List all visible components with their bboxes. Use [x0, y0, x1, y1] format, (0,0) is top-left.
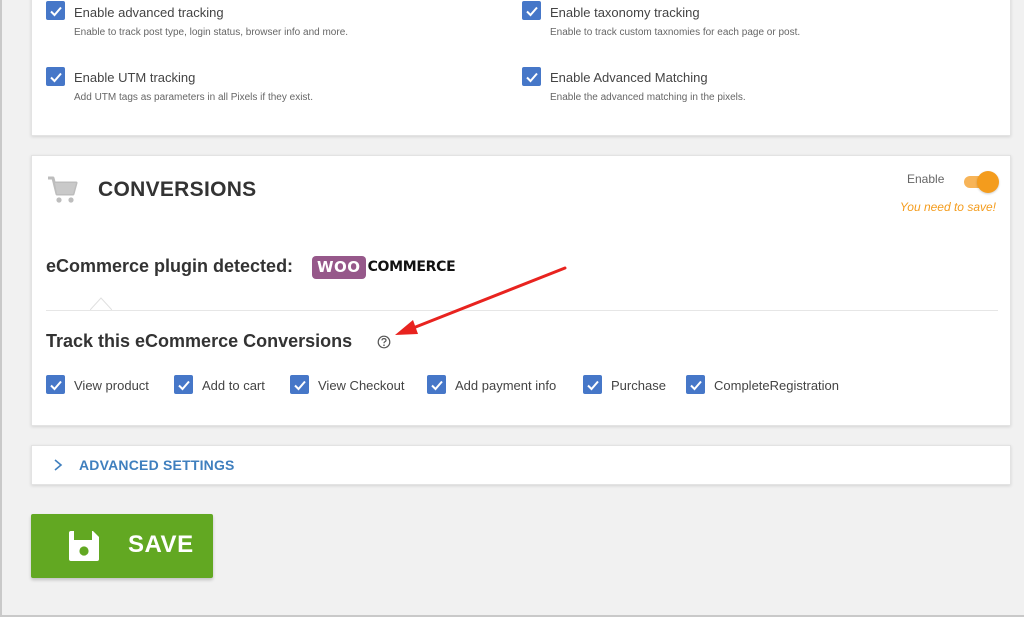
save-button[interactable]: SAVE	[31, 514, 213, 578]
event-purchase-checkbox[interactable]	[583, 375, 602, 394]
save-notice: You need to save!	[899, 200, 996, 214]
checkmark-icon	[177, 380, 190, 390]
enable-advanced-tracking-checkbox[interactable]	[46, 1, 65, 20]
conversions-enable-toggle[interactable]	[962, 171, 999, 193]
save-button-label: SAVE	[128, 531, 194, 558]
cart-icon	[48, 176, 78, 203]
checkmark-icon	[689, 380, 702, 390]
enable-advanced-matching-desc: Enable the advanced matching in the pixe…	[550, 92, 746, 103]
checkmark-icon	[586, 380, 599, 390]
woocommerce-logo: WOO COMMERCE	[312, 254, 456, 280]
section-divider	[46, 310, 998, 311]
track-conversions-title: Track this eCommerce Conversions	[46, 331, 353, 351]
enable-utm-tracking-checkbox[interactable]	[46, 67, 65, 86]
plugin-detected-label: eCommerce plugin detected:	[46, 256, 294, 276]
event-add-payment-info-checkbox[interactable]	[427, 375, 446, 394]
enable-advanced-tracking-desc: Enable to track post type, login status,…	[74, 27, 349, 38]
chevron-right-icon[interactable]	[52, 458, 64, 472]
event-add-to-cart-label: Add to cart	[202, 378, 265, 393]
enable-advanced-matching-checkbox[interactable]	[522, 67, 541, 86]
tracking-options-card: Enable advanced tracking Enable to track…	[31, 0, 1011, 136]
enable-advanced-tracking-label: Enable advanced tracking	[74, 5, 224, 20]
event-view-product-checkbox[interactable]	[46, 375, 65, 394]
event-purchase-label: Purchase	[611, 378, 666, 393]
checkmark-icon	[525, 6, 538, 16]
conversions-card: CONVERSIONS Enable You need to save! eCo…	[31, 155, 1011, 426]
enable-advanced-matching-label: Enable Advanced Matching	[550, 70, 708, 85]
event-complete-registration-label: CompleteRegistration	[714, 378, 840, 393]
toggle-knob	[977, 171, 999, 193]
advanced-settings-card[interactable]: ADVANCED SETTINGS	[31, 445, 1011, 485]
advanced-settings-toggle[interactable]: ADVANCED SETTINGS	[79, 457, 235, 473]
event-add-payment-info-label: Add payment info	[455, 378, 557, 393]
woo-logo-badge: WOO	[312, 255, 366, 279]
enable-label: Enable	[907, 172, 945, 186]
checkmark-icon	[49, 6, 62, 16]
checkmark-icon	[525, 72, 538, 82]
checkmark-icon	[430, 380, 443, 390]
checkmark-icon	[49, 380, 62, 390]
enable-utm-tracking-desc: Add UTM tags as parameters in all Pixels…	[74, 92, 313, 103]
event-complete-registration-checkbox[interactable]	[686, 375, 705, 394]
woo-logo-text: COMMERCE	[367, 259, 456, 275]
event-add-to-cart-checkbox[interactable]	[174, 375, 193, 394]
floppy-disk-icon	[69, 531, 99, 561]
checkmark-icon	[49, 72, 62, 82]
event-view-product-label: View product	[74, 378, 149, 393]
event-view-checkout-checkbox[interactable]	[290, 375, 309, 394]
question-mark-icon[interactable]	[377, 335, 391, 349]
conversions-title: CONVERSIONS	[98, 178, 257, 201]
enable-taxonomy-tracking-label: Enable taxonomy tracking	[550, 5, 700, 20]
checkmark-icon	[293, 380, 306, 390]
frame-left-border	[0, 0, 2, 617]
enable-utm-tracking-label: Enable UTM tracking	[74, 70, 196, 85]
enable-taxonomy-tracking-checkbox[interactable]	[522, 1, 541, 20]
enable-taxonomy-tracking-desc: Enable to track custom taxnomies for eac…	[550, 27, 801, 38]
event-view-checkout-label: View Checkout	[318, 378, 405, 393]
